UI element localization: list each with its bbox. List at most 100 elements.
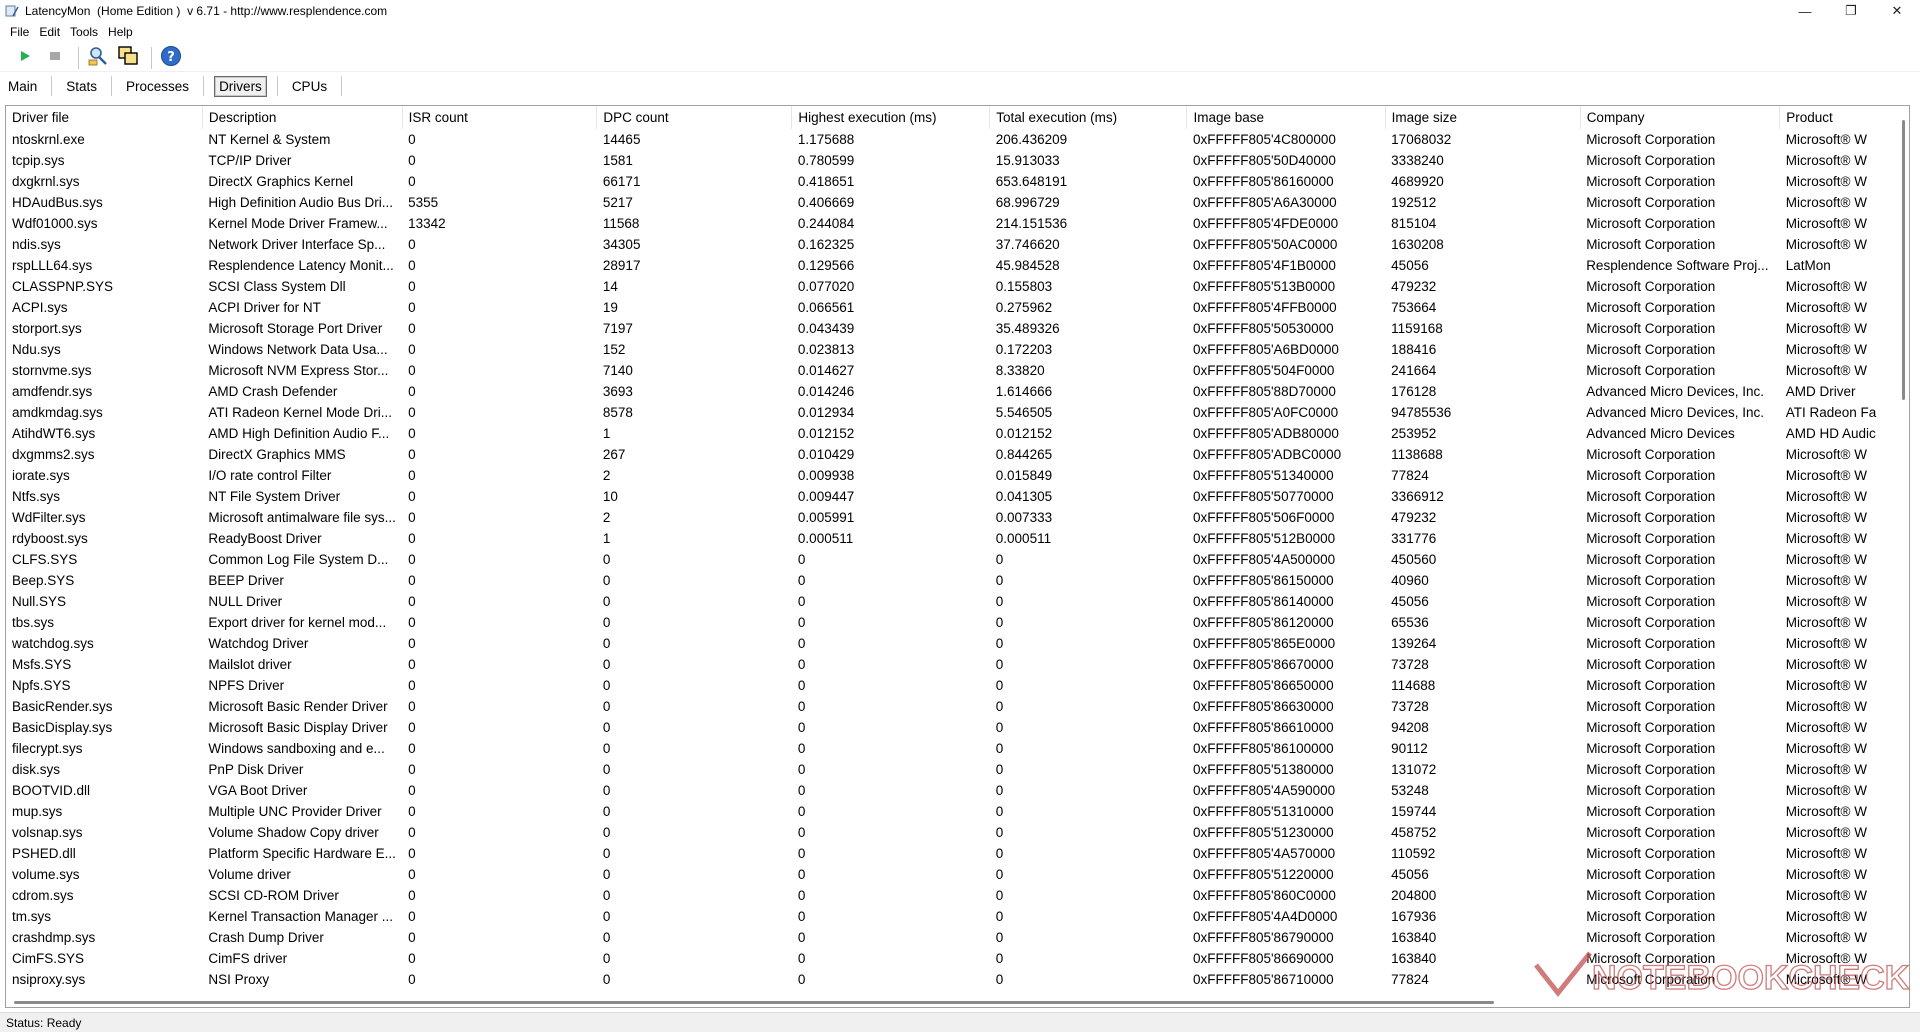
table-row[interactable]: filecrypt.sys Windows sandboxing and e...… (6, 738, 1909, 759)
table-row[interactable]: dxgkrnl.sys DirectX Graphics Kernel 0 66171… (6, 171, 1909, 192)
table-cell: 0 (797, 594, 806, 609)
table-row[interactable]: dxgmms2.sys DirectX Graphics MMS 0 267 0.010… (6, 444, 1909, 465)
start-button[interactable] (12, 45, 38, 71)
help-button[interactable]: ? (158, 45, 184, 71)
copy-button[interactable] (115, 45, 141, 71)
table-cell: 0.844265 (995, 447, 1053, 462)
table-cell: Microsoft Corporation (1586, 804, 1716, 819)
maximize-button[interactable]: ❐ (1828, 0, 1874, 22)
table-row[interactable]: Wdf01000.sys Kernel Mode Driver Framew...… (6, 213, 1909, 234)
tab-processes[interactable]: Processes (122, 77, 193, 96)
tab-drivers[interactable]: Drivers (214, 75, 267, 97)
table-row[interactable]: CLFS.SYS Common Log File System D... 0 0 0 0 0… (6, 549, 1909, 570)
table-row[interactable]: BasicRender.sys Microsoft Basic Render Dr… (6, 696, 1909, 717)
column-header[interactable]: DPC count (596, 106, 793, 129)
table-cell: 110592 (1391, 846, 1436, 861)
table-cell: 3693 (602, 384, 633, 399)
table-row[interactable]: amdfendr.sys AMD Crash Defender 0 3693 0.014… (6, 381, 1909, 402)
table-cell: Microsoft® W (1785, 279, 1867, 294)
table-cell: 653.648191 (995, 174, 1068, 189)
table-row[interactable]: WdFilter.sys Microsoft antimalware file s… (6, 507, 1909, 528)
table-cell: 479232 (1391, 510, 1437, 525)
table-cell: rspLLL64.sys (12, 258, 93, 273)
table-row[interactable]: mup.sys Multiple UNC Provider Driver 0 0 0 0 0… (6, 801, 1909, 822)
table-cell: 0 (995, 657, 1004, 672)
horizontal-scroll-thumb[interactable] (14, 1001, 1494, 1004)
table-row[interactable]: ndis.sys Network Driver Interface Sp... 0 3… (6, 234, 1909, 255)
table-row[interactable]: Beep.SYS BEEP Driver 0 0 0 0 0xFFFFF805'861500… (6, 570, 1909, 591)
table-row[interactable]: rdyboost.sys ReadyBoost Driver 0 1 0.000511 0… (6, 528, 1909, 549)
table-cell: Microsoft® W (1785, 195, 1867, 210)
table-row[interactable]: ntoskrnl.exe NT Kernel & System 0 14465 1.17… (6, 129, 1909, 150)
table-cell: 1 (602, 426, 611, 441)
table-row[interactable]: stornvme.sys Microsoft NVM Express Stor..… (6, 360, 1909, 381)
table-row[interactable]: CimFS.SYS CimFS driver 0 0 0 0 0xFFFFF805'8669… (6, 948, 1909, 969)
table-cell: 0xFFFFF805'86790000 (1192, 930, 1334, 945)
stop-button[interactable] (42, 45, 68, 71)
table-cell: Microsoft® W (1785, 552, 1867, 567)
table-row[interactable]: Null.SYS NULL Driver 0 0 0 0 0xFFFFF805'861400… (6, 591, 1909, 612)
table-cell: 0xFFFFF805'4FDE0000 (1192, 216, 1339, 231)
table-row[interactable]: tbs.sys Export driver for kernel mod... 0 0… (6, 612, 1909, 633)
table-cell: 0.077020 (797, 279, 855, 294)
table-row[interactable]: tcpip.sys TCP/IP Driver 0 1581 0.780599 15.91… (6, 150, 1909, 171)
column-header[interactable]: Driver file (6, 106, 203, 129)
table-cell: disk.sys (12, 762, 61, 777)
table-row[interactable]: HDAudBus.sys High Definition Audio Bus Dr… (6, 192, 1909, 213)
table-row[interactable]: amdkmdag.sys ATI Radeon Kernel Mode Dri..… (6, 402, 1909, 423)
table-cell: 77824 (1391, 972, 1429, 987)
tab-main[interactable]: Main (4, 77, 41, 96)
table-row[interactable]: cdrom.sys SCSI CD-ROM Driver 0 0 0 0 0xFFFFF80… (6, 885, 1909, 906)
table-row[interactable]: BasicDisplay.sys Microsoft Basic Display … (6, 717, 1909, 738)
table-row[interactable]: tm.sys Kernel Transaction Manager ... 0 0 0 0… (6, 906, 1909, 927)
table-row[interactable]: Ntfs.sys NT File System Driver 0 10 0.009447… (6, 486, 1909, 507)
table-row[interactable]: Ndu.sys Windows Network Data Usa... 0 152 0.… (6, 339, 1909, 360)
vertical-scroll-thumb[interactable] (1902, 120, 1905, 400)
horizontal-scrollbar[interactable] (6, 995, 1899, 1007)
table-row[interactable]: BOOTVID.dll VGA Boot Driver 0 0 0 0 0xFFFFF805… (6, 780, 1909, 801)
table-row[interactable]: rspLLL64.sys Resplendence Latency Monit..… (6, 255, 1909, 276)
table-row[interactable]: Msfs.SYS Mailslot driver 0 0 0 0 0xFFFFF805'86… (6, 654, 1909, 675)
table-row[interactable]: storport.sys Microsoft Storage Port Drive… (6, 318, 1909, 339)
column-header[interactable]: Product (1779, 106, 1909, 129)
table-cell: 77824 (1391, 468, 1429, 483)
column-header[interactable]: Highest execution (ms) (791, 106, 991, 129)
vertical-scrollbar[interactable] (1897, 106, 1909, 994)
menu-file[interactable]: File (10, 25, 29, 39)
table-cell: DirectX Graphics MMS (208, 447, 346, 462)
table-row[interactable]: iorate.sys I/O rate control Filter 0 2 0.009… (6, 465, 1909, 486)
table-row[interactable]: ACPI.sys ACPI Driver for NT 0 19 0.066561 0.2… (6, 297, 1909, 318)
tab-cpus[interactable]: CPUs (288, 77, 331, 96)
menu-tools[interactable]: Tools (70, 25, 98, 39)
column-header[interactable]: Image size (1385, 106, 1581, 129)
table-row[interactable]: Npfs.SYS NPFS Driver 0 0 0 0 0xFFFFF805'866500… (6, 675, 1909, 696)
table-row[interactable]: watchdog.sys Watchdog Driver 0 0 0 0 0xFFFFF80… (6, 633, 1909, 654)
table-cell: Common Log File System D... (208, 552, 389, 567)
table-cell: ATI Radeon Kernel Mode Dri... (208, 405, 392, 420)
table-row[interactable]: volsnap.sys Volume Shadow Copy driver 0 0 0 0… (6, 822, 1909, 843)
minimize-button[interactable]: — (1782, 0, 1828, 22)
table-cell: 0 (602, 594, 611, 609)
table-cell: 0.000511 (995, 531, 1052, 546)
table-row[interactable]: disk.sys PnP Disk Driver 0 0 0 0 0xFFFFF805'51… (6, 759, 1909, 780)
tab-stats[interactable]: Stats (62, 77, 101, 96)
table-row[interactable]: crashdmp.sys Crash Dump Driver 0 0 0 0 0xFFFFF… (6, 927, 1909, 948)
table-row[interactable]: PSHED.dll Platform Specific Hardware E...… (6, 843, 1909, 864)
menu-edit[interactable]: Edit (39, 25, 60, 39)
table-row[interactable]: AtihdWT6.sys AMD High Definition Audio F.… (6, 423, 1909, 444)
table-row[interactable]: nsiproxy.sys NSI Proxy 0 0 0 0 0xFFFFF805'8671… (6, 969, 1909, 990)
close-button[interactable]: ✕ (1874, 0, 1920, 22)
column-header[interactable]: ISR count (402, 106, 598, 129)
column-header[interactable]: Company (1580, 106, 1781, 129)
table-cell: 0 (995, 678, 1004, 693)
table-cell: SCSI Class System Dll (208, 279, 346, 294)
table-cell: 0 (408, 321, 416, 336)
table-cell: 0.014627 (797, 363, 855, 378)
column-header[interactable]: Total execution (ms) (989, 106, 1188, 129)
column-header[interactable]: Description (202, 106, 403, 129)
menu-help[interactable]: Help (108, 25, 133, 39)
analyze-button[interactable] (85, 45, 111, 71)
table-row[interactable]: volume.sys Volume driver 0 0 0 0 0xFFFFF805'51… (6, 864, 1909, 885)
column-header[interactable]: Image base (1186, 106, 1386, 129)
table-row[interactable]: CLASSPNP.SYS SCSI Class System Dll 0 14 0.07… (6, 276, 1909, 297)
